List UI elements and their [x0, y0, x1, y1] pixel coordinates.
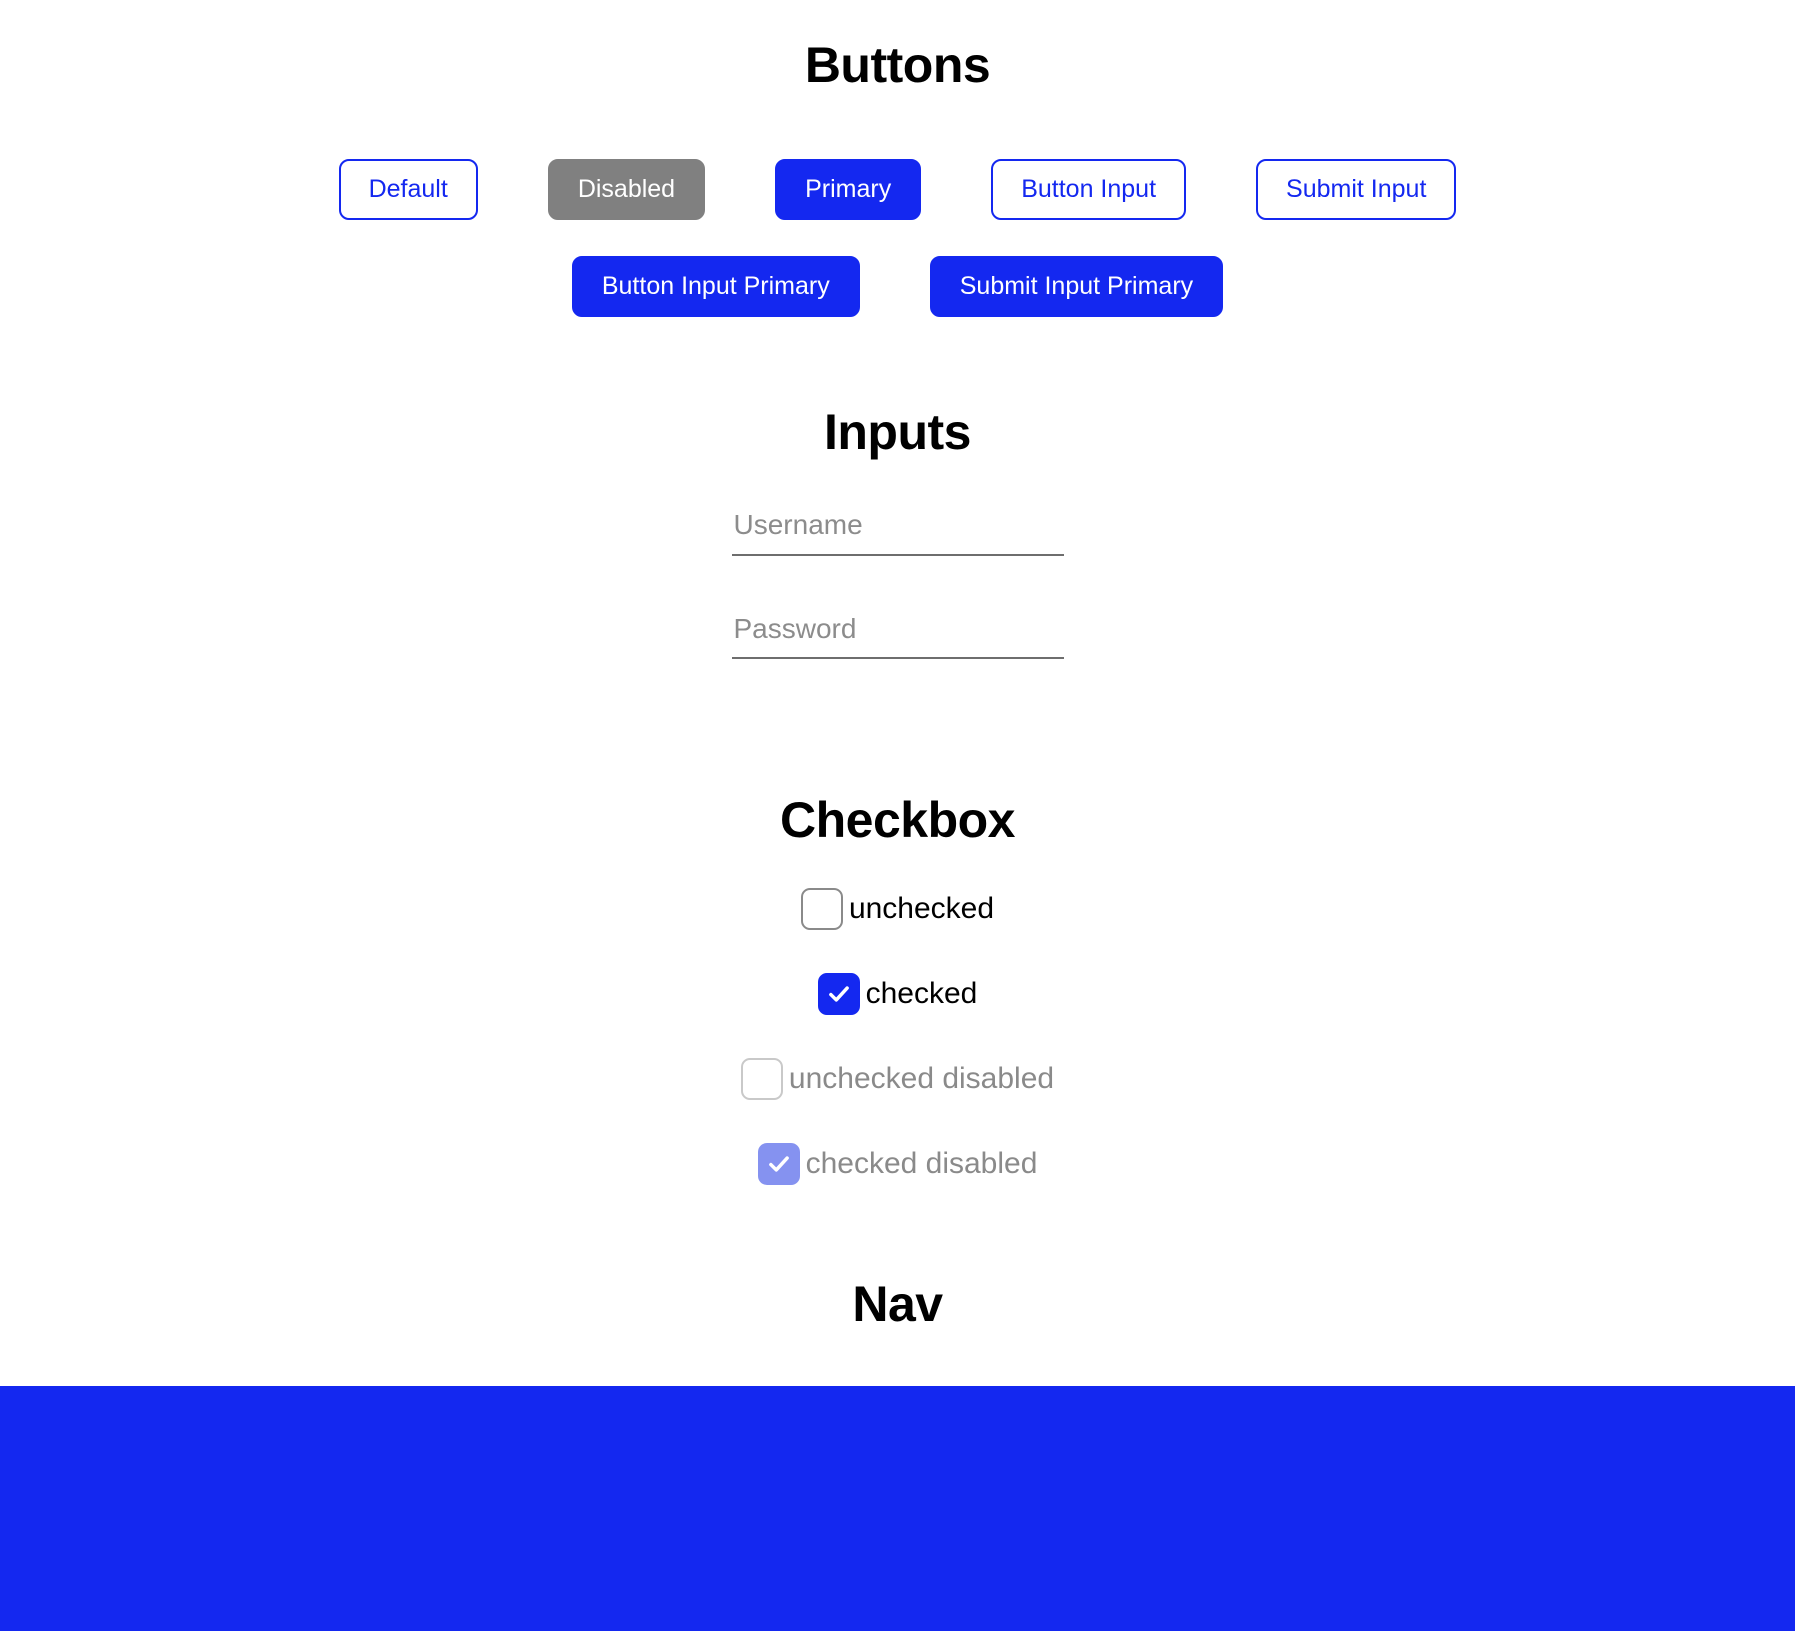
submit-input-primary[interactable]: Submit Input Primary [929, 256, 1224, 317]
checkbox-checked-label: checked [865, 977, 978, 1011]
page-root: Buttons Default Disabled Primary Button … [0, 0, 1795, 1631]
checkbox-checked-box[interactable] [817, 973, 860, 1016]
checkbox-unchecked-disabled-box [740, 1058, 783, 1101]
check-icon [828, 986, 849, 1002]
nav-section-heading: Nav [852, 1276, 943, 1333]
checkbox-row-unchecked-disabled: unchecked disabled [740, 1058, 1055, 1101]
checkbox-unchecked-disabled-label: unchecked disabled [788, 1062, 1055, 1096]
default-button[interactable]: Default [338, 159, 478, 220]
inputs-group [0, 502, 1795, 709]
nav-list [28, 1420, 1767, 1434]
checkbox-group: unchecked checked unchecked disabled che… [0, 888, 1795, 1186]
checkbox-checked-disabled-label: checked disabled [805, 1147, 1038, 1181]
checkbox-section-heading: Checkbox [780, 792, 1015, 849]
nav-bar [0, 1386, 1795, 1631]
checkbox-row-checked[interactable]: checked [817, 973, 978, 1016]
buttons-row-secondary-set: Button Input Primary Submit Input Primar… [0, 246, 1795, 327]
disabled-button: Disabled [547, 159, 706, 220]
inputs-section-heading: Inputs [824, 404, 971, 460]
checkbox-row-unchecked[interactable]: unchecked [800, 888, 995, 931]
button-input[interactable]: Button Input [991, 159, 1187, 220]
button-input-primary[interactable]: Button Input Primary [571, 256, 860, 317]
buttons-row-primary-set: Default Disabled Primary Button Input Su… [0, 149, 1795, 230]
password-input[interactable] [731, 605, 1064, 660]
checkbox-checked-disabled-box [757, 1143, 800, 1186]
primary-button[interactable]: Primary [775, 159, 922, 220]
buttons-section-heading: Buttons [804, 37, 991, 93]
check-icon [768, 1156, 789, 1172]
checkbox-row-checked-disabled: checked disabled [757, 1143, 1038, 1186]
checkbox-unchecked-label: unchecked [848, 892, 995, 926]
submit-input[interactable]: Submit Input [1256, 159, 1457, 220]
checkbox-unchecked-box[interactable] [800, 888, 843, 931]
username-input[interactable] [731, 502, 1064, 556]
